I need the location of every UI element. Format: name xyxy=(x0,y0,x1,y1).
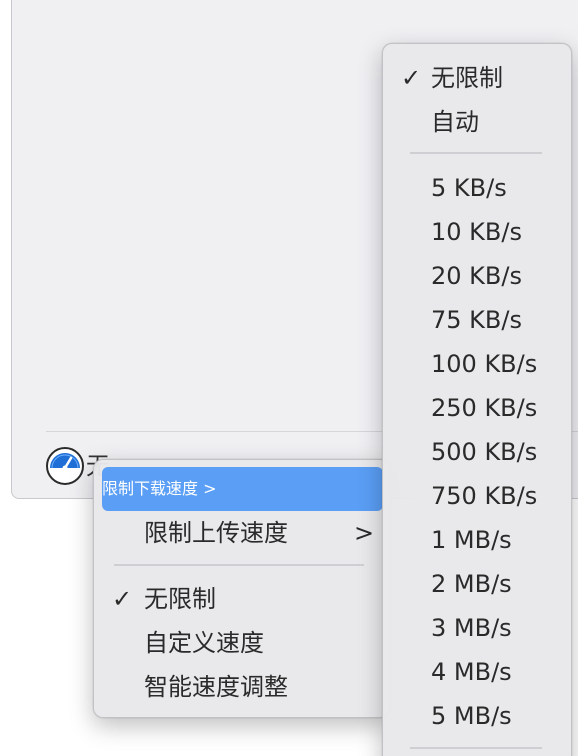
speedometer-icon[interactable] xyxy=(45,446,85,486)
menu-separator xyxy=(114,564,364,566)
submenu-item-speed[interactable]: 3 MB/s xyxy=(383,606,571,650)
submenu-item-label: 2 MB/s xyxy=(431,570,512,598)
menu-item-label: 智能速度调整 xyxy=(144,673,288,701)
submenu-item-speed[interactable]: 2 MB/s xyxy=(383,562,571,606)
download-speed-submenu: ✓ 无限制 自动 5 KB/s 10 KB/s 20 KB/s 75 KB/s 100 … xyxy=(382,43,572,756)
submenu-item-label: 4 MB/s xyxy=(431,658,512,686)
submenu-item-speed[interactable]: 500 KB/s xyxy=(383,430,571,474)
submenu-item-speed[interactable]: 4 MB/s xyxy=(383,650,571,694)
submenu-item-speed[interactable]: 75 KB/s xyxy=(383,298,571,342)
menu-item-limit-upload[interactable]: 限制上传速度 > xyxy=(94,511,389,555)
submenu-item-speed[interactable]: 250 KB/s xyxy=(383,386,571,430)
menu-item-label: 自定义速度 xyxy=(144,629,264,657)
screen: 无 限制下载速度 > 限制上传速度 > ✓ 无限制 自定义速度 智能速度调整 ✓… xyxy=(0,0,578,756)
submenu-item-label: 自动 xyxy=(431,108,479,136)
menu-item-limit-download[interactable]: 限制下载速度 > xyxy=(102,467,383,511)
submenu-item-label: 5 KB/s xyxy=(431,174,507,202)
menu-item-label: 限制下载速度 xyxy=(102,479,199,498)
submenu-item-auto[interactable]: 自动 xyxy=(383,100,571,144)
submenu-item-label: 1 MB/s xyxy=(431,526,512,554)
chevron-right-icon: > xyxy=(203,479,217,498)
submenu-item-label: 750 KB/s xyxy=(431,482,538,510)
submenu-item-unlimited[interactable]: ✓ 无限制 xyxy=(383,56,571,100)
submenu-item-label: 10 KB/s xyxy=(431,218,522,246)
speed-limit-menu: 限制下载速度 > 限制上传速度 > ✓ 无限制 自定义速度 智能速度调整 xyxy=(93,459,390,718)
menu-item-unlimited[interactable]: ✓ 无限制 xyxy=(94,577,389,621)
submenu-item-label: 20 KB/s xyxy=(431,262,522,290)
menu-separator xyxy=(410,747,542,749)
submenu-item-label: 无限制 xyxy=(431,64,503,92)
submenu-item-speed[interactable]: 5 MB/s xyxy=(383,694,571,738)
menu-item-label: 无限制 xyxy=(144,585,216,613)
submenu-item-label: 3 MB/s xyxy=(431,614,512,642)
submenu-item-label: 75 KB/s xyxy=(431,306,522,334)
menu-item-label: 限制上传速度 xyxy=(144,519,288,547)
submenu-item-speed[interactable]: 5 KB/s xyxy=(383,166,571,210)
menu-separator xyxy=(410,152,542,154)
submenu-item-speed[interactable]: 1 MB/s xyxy=(383,518,571,562)
menu-item-custom-speed[interactable]: 自定义速度 xyxy=(94,621,389,665)
checkmark-icon: ✓ xyxy=(401,64,422,92)
submenu-item-label: 500 KB/s xyxy=(431,438,538,466)
submenu-item-label: 250 KB/s xyxy=(431,394,538,422)
submenu-item-label: 5 MB/s xyxy=(431,702,512,730)
submenu-item-speed[interactable]: 750 KB/s xyxy=(383,474,571,518)
submenu-item-speed[interactable]: 20 KB/s xyxy=(383,254,571,298)
checkmark-icon: ✓ xyxy=(112,585,133,613)
chevron-right-icon: > xyxy=(354,519,375,547)
submenu-item-speed[interactable]: 100 KB/s xyxy=(383,342,571,386)
menu-item-smart-speed[interactable]: 智能速度调整 xyxy=(94,665,389,709)
submenu-item-label: 100 KB/s xyxy=(431,350,538,378)
submenu-item-speed[interactable]: 10 KB/s xyxy=(383,210,571,254)
